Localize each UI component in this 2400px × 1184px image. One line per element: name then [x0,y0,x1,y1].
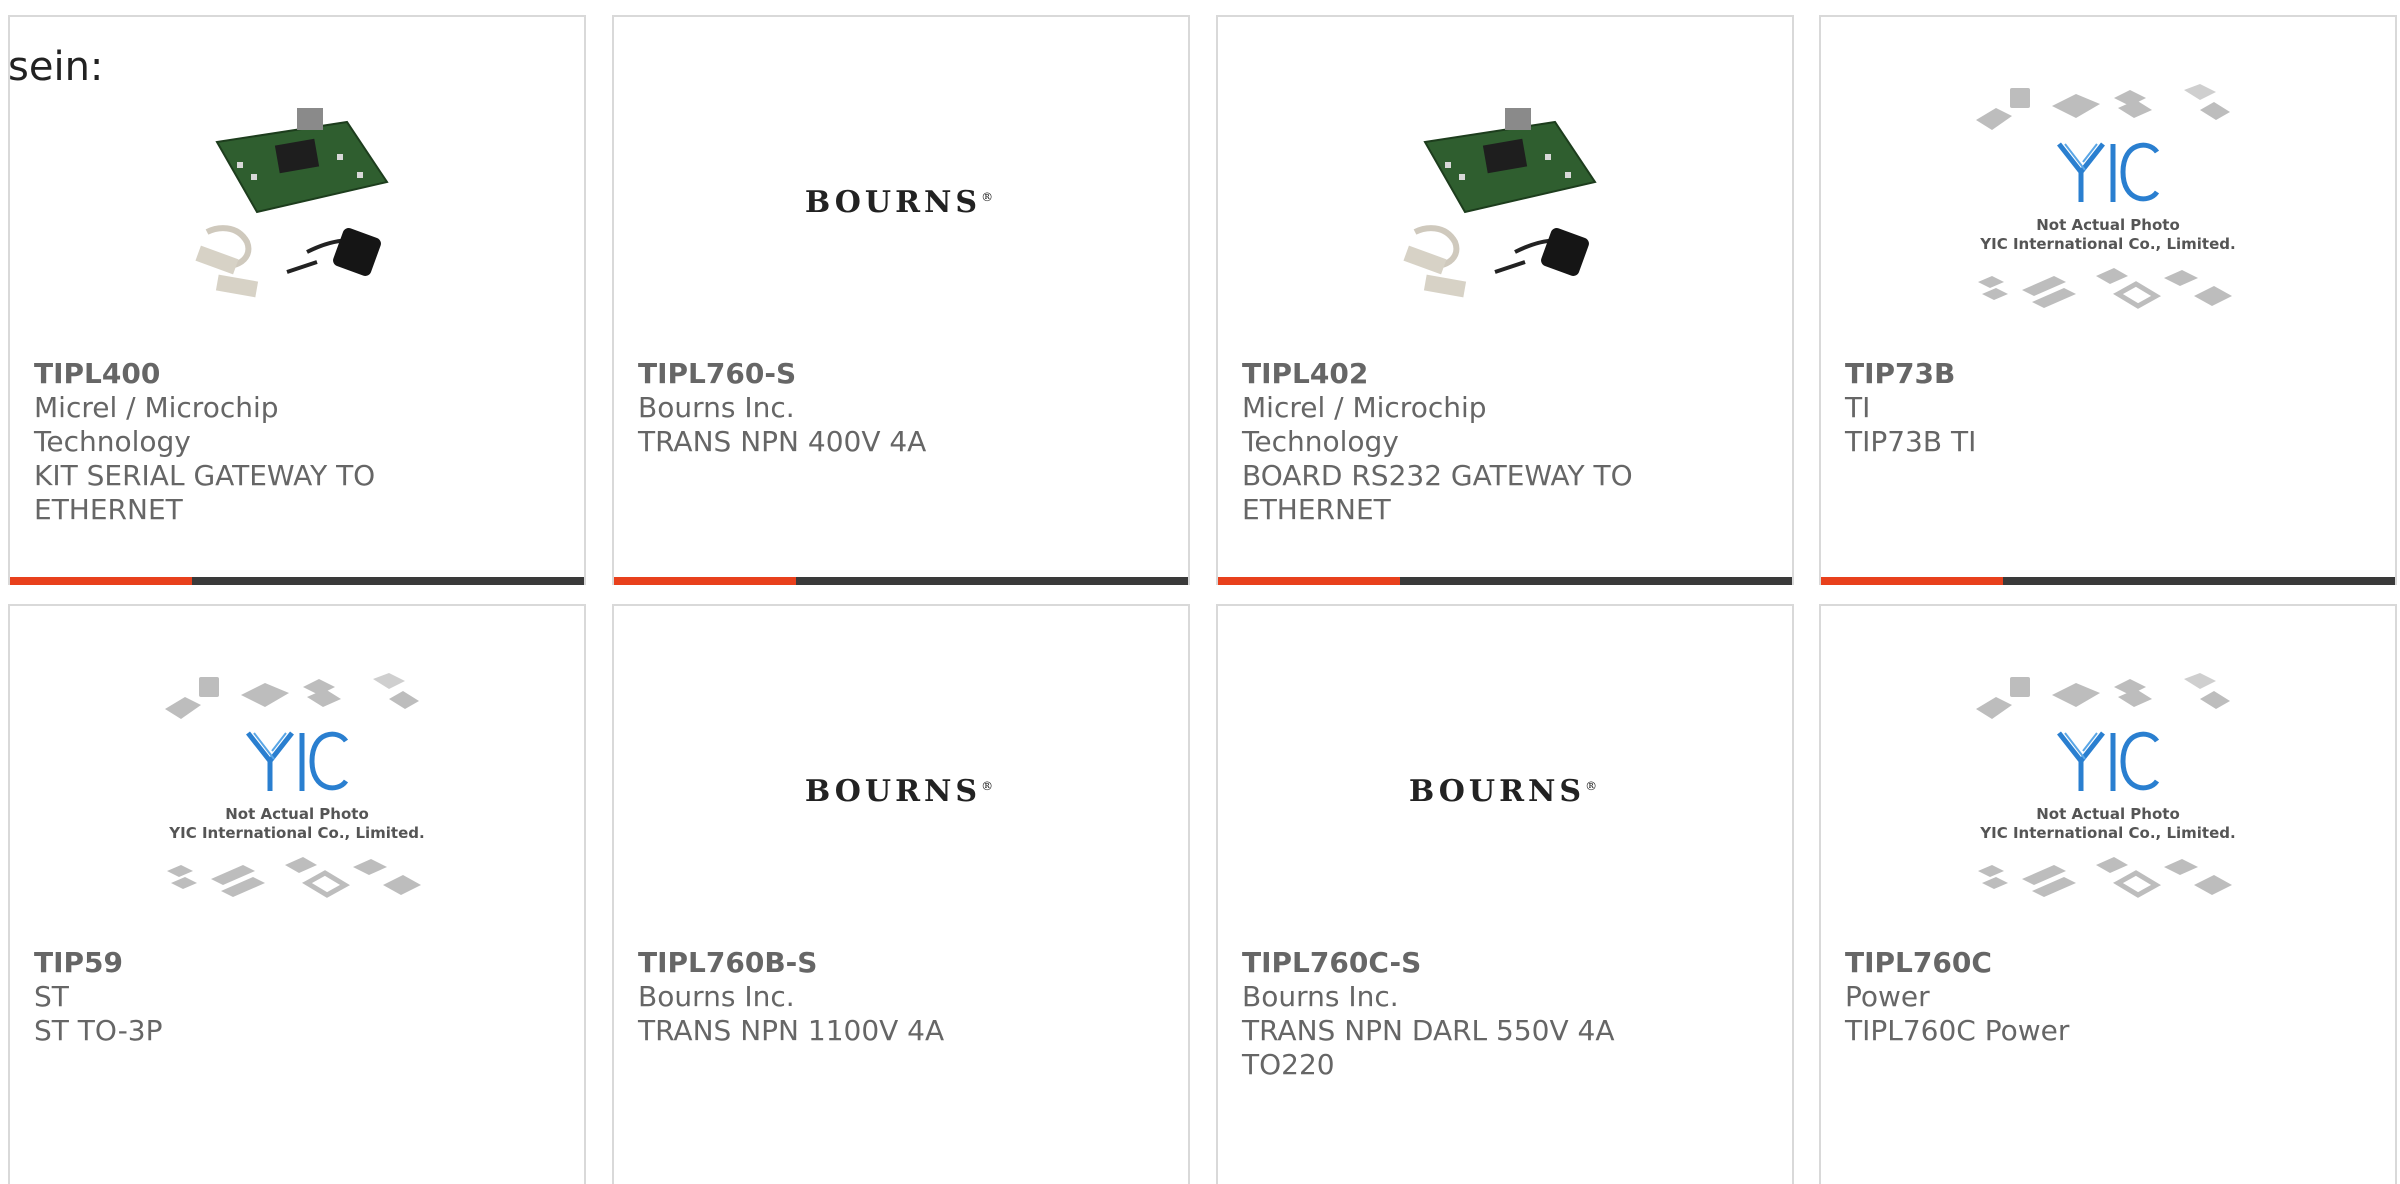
product-description: TIP73B TI [1845,425,1977,458]
bourns-logo: BOURNS® [804,184,998,220]
product-manufacturer: Power [1845,980,1930,1013]
product-part-number[interactable]: TIPL760C [1845,946,2245,980]
product-manufacturer: TI [1845,391,1871,424]
yic-not-actual-photo-text: Not Actual Photo [2036,805,2180,823]
product-part-number[interactable]: TIPL400 [34,357,434,391]
yic-company-text: YIC International Co., Limited. [1980,235,2236,253]
product-image[interactable]: BOURNS® [1218,666,1792,916]
product-card[interactable]: TIPL402 Micrel / Microchip Technology BO… [1216,15,1794,585]
card-accent-bar [1218,577,1400,585]
card-bottom-bar [1821,577,2395,585]
product-image[interactable]: Not Actual Photo YIC International Co., … [1821,666,2395,916]
product-part-number[interactable]: TIPL760-S [638,357,1038,391]
product-image[interactable]: Not Actual Photo YIC International Co., … [1821,77,2395,327]
product-description: TRANS NPN 400V 4A [638,425,927,458]
product-card[interactable]: Not Actual Photo YIC International Co., … [1819,604,2397,1184]
dev-board-kit-icon [195,108,389,298]
yic-not-actual-photo-text: Not Actual Photo [2036,216,2180,234]
yic-logo-icon [246,731,349,791]
card-bottom-bar [10,577,584,585]
product-part-number[interactable]: TIP73B [1845,357,2245,391]
product-manufacturer: Bourns Inc. [638,391,795,424]
yic-logo-icon [2057,731,2160,791]
bourns-logo: BOURNS® [804,773,998,809]
dev-board-kit-icon [1403,108,1597,298]
yic-not-actual-photo-text: Not Actual Photo [225,805,369,823]
product-image[interactable]: Not Actual Photo YIC International Co., … [10,666,584,916]
product-description: KIT SERIAL GATEWAY TO ETHERNET [34,459,376,526]
product-manufacturer: Bourns Inc. [1242,980,1399,1013]
page-prefix-text: sein: [8,44,104,90]
yic-logo-icon [2057,142,2160,202]
product-manufacturer: Micrel / Microchip Technology [34,391,279,458]
product-manufacturer: Micrel / Microchip Technology [1242,391,1487,458]
product-card[interactable]: BOURNS® TIPL760B-S Bourns Inc. TRANS NPN… [612,604,1190,1184]
card-accent-bar [614,577,796,585]
product-manufacturer: ST [34,980,69,1013]
product-part-number[interactable]: TIPL402 [1242,357,1642,391]
bourns-logo: BOURNS® [1408,773,1602,809]
card-bottom-bar [1218,577,1792,585]
product-card[interactable]: BOURNS® TIPL760-S Bourns Inc. TRANS NPN … [612,15,1190,585]
card-accent-bar [10,577,192,585]
product-image[interactable] [1218,77,1792,327]
product-description: BOARD RS232 GATEWAY TO ETHERNET [1242,459,1633,526]
card-accent-bar [1821,577,2003,585]
product-part-number[interactable]: TIPL760B-S [638,946,1038,980]
product-description: TRANS NPN DARL 550V 4A TO220 [1242,1014,1615,1081]
product-card[interactable]: Not Actual Photo YIC International Co., … [8,604,586,1184]
product-part-number[interactable]: TIPL760C-S [1242,946,1642,980]
card-bottom-bar [614,577,1188,585]
product-image[interactable] [10,77,584,327]
product-description: ST TO-3P [34,1014,163,1047]
yic-company-text: YIC International Co., Limited. [169,824,425,842]
product-manufacturer: Bourns Inc. [638,980,795,1013]
product-description: TIPL760C Power [1845,1014,2070,1047]
product-card[interactable]: Not Actual Photo YIC International Co., … [1819,15,2397,585]
product-description: TRANS NPN 1100V 4A [638,1014,945,1047]
product-card[interactable]: TIPL400 Micrel / Microchip Technology KI… [8,15,586,585]
product-card[interactable]: BOURNS® TIPL760C-S Bourns Inc. TRANS NPN… [1216,604,1794,1184]
product-image[interactable]: BOURNS® [614,666,1188,916]
product-part-number[interactable]: TIP59 [34,946,434,980]
product-image[interactable]: BOURNS® [614,77,1188,327]
yic-company-text: YIC International Co., Limited. [1980,824,2236,842]
